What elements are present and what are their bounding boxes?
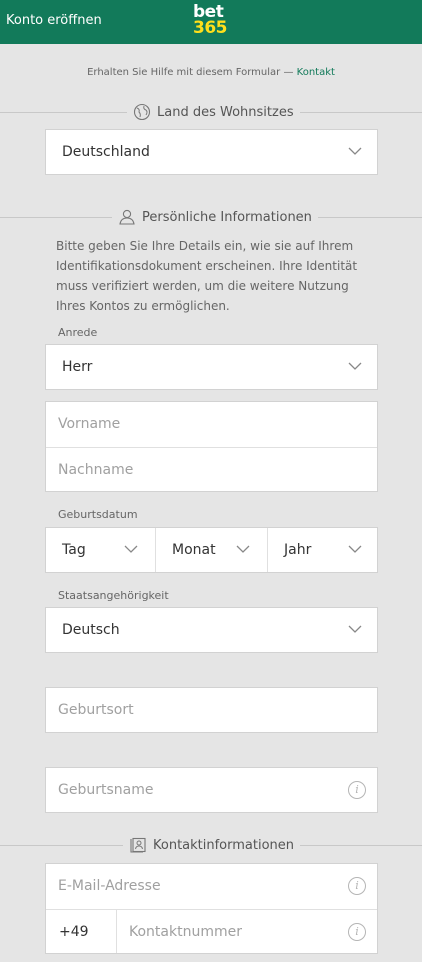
nationality-select[interactable]: Deutsch [45,607,378,653]
page-title: Konto eröffnen [6,13,102,28]
first-name-placeholder: Vorname [58,416,121,432]
dob-month-select[interactable]: Monat [156,528,267,572]
dob-label: Geburtsdatum [58,508,138,521]
dob-year-value: Jahr [284,542,312,558]
email-placeholder: E-Mail-Adresse [58,878,161,894]
salutation-label: Anrede [58,326,98,339]
contact-heading: Kontaktinformationen [123,833,301,857]
chevron-down-icon [348,545,362,553]
nationality-value: Deutsch [62,622,120,638]
chevron-down-icon [124,545,138,553]
dob-day-select[interactable]: Tag [46,528,155,572]
info-icon[interactable]: i [348,923,366,941]
email-field[interactable]: E-Mail-Adresse i [46,864,377,909]
chevron-down-icon [348,625,362,633]
last-name-placeholder: Nachname [58,462,134,478]
app-header: Konto eröffnen bet 365 [0,0,422,44]
birthplace-placeholder: Geburtsort [58,702,134,718]
info-icon[interactable]: i [348,781,366,799]
birthplace-field[interactable]: Geburtsort [45,687,378,733]
contact-fields: E-Mail-Adresse i +49 Kontaktnummer i [45,863,378,954]
chevron-down-icon [348,362,362,370]
person-icon [119,209,135,225]
salutation-select[interactable]: Herr [45,344,378,390]
contact-link[interactable]: Kontakt [297,67,335,78]
name-fields: Vorname Nachname [45,401,378,492]
birthname-placeholder: Geburtsname [58,782,154,798]
chevron-down-icon [348,147,362,155]
phone-number-field[interactable]: Kontaktnummer i [117,910,377,953]
logo-bottom-text: 365 [193,18,228,38]
contact-card-icon [130,837,146,853]
contact-heading-text: Kontaktinformationen [153,837,295,853]
phone-prefix-value: +49 [59,924,89,940]
personal-heading-text: Persönliche Informationen [142,209,312,225]
dob-month-value: Monat [172,542,216,558]
personal-description: Bitte geben Sie Ihre Details ein, wie si… [56,239,358,313]
chevron-down-icon [236,545,250,553]
personal-heading: Persönliche Informationen [112,205,318,229]
help-line: Erhalten Sie Hilfe mit diesem Formular —… [0,67,422,78]
phone-placeholder: Kontaktnummer [129,924,242,940]
birthname-field[interactable]: Geburtsname i [45,767,378,813]
dob-selects: Tag Monat Jahr [45,527,378,573]
phone-prefix-select[interactable]: +49 [46,910,116,953]
first-name-field[interactable]: Vorname [46,402,377,447]
last-name-field[interactable]: Nachname [46,448,377,491]
bet365-logo[interactable]: bet 365 [193,4,233,40]
salutation-value: Herr [62,359,93,375]
residence-heading: Land des Wohnsitzes [127,100,300,124]
dob-year-select[interactable]: Jahr [268,528,377,572]
nationality-label: Staatsangehörigkeit [58,589,169,602]
country-select[interactable]: Deutschland [45,129,378,175]
dob-day-value: Tag [62,542,86,558]
info-icon[interactable]: i [348,877,366,895]
country-value: Deutschland [62,144,150,160]
residence-heading-text: Land des Wohnsitzes [157,104,294,120]
globe-icon [133,103,151,121]
help-text: Erhalten Sie Hilfe mit diesem Formular — [87,67,297,78]
